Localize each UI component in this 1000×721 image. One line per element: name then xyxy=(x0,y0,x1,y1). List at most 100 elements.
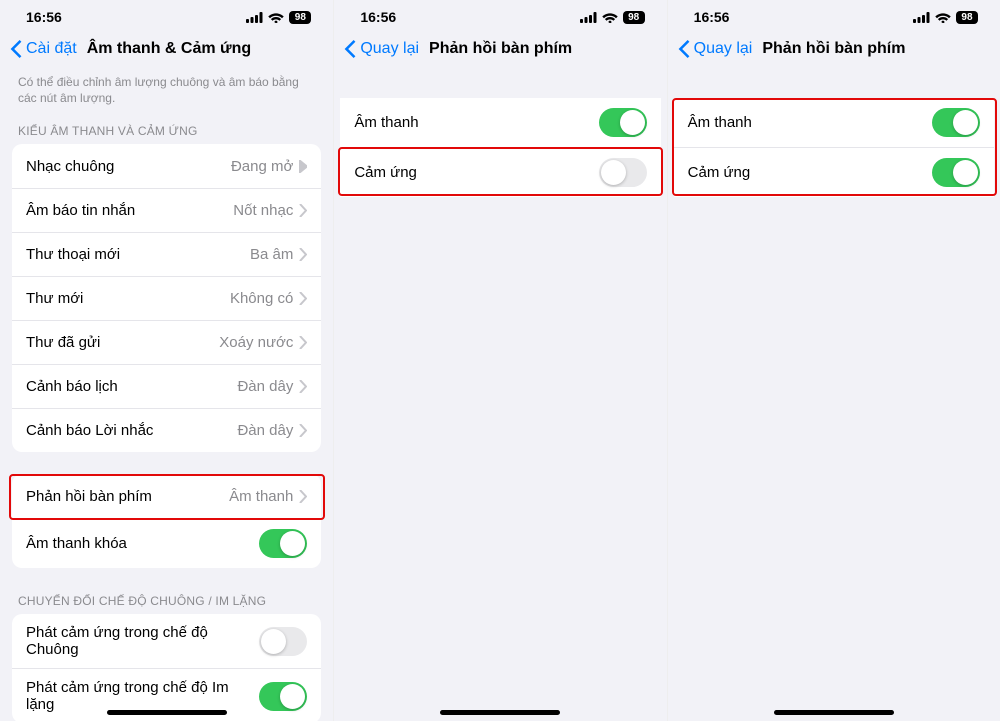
row-value: Ba âm xyxy=(250,246,293,263)
back-label: Cài đặt xyxy=(26,40,77,58)
home-indicator xyxy=(440,710,560,715)
signal-icon xyxy=(913,12,930,23)
settings-group-ring-silent: Phát cảm ứng trong chế độ Chuông Phát cả… xyxy=(12,614,321,721)
back-button[interactable]: Cài đặt xyxy=(10,40,77,58)
phone-screen-2: 16:56 98 Quay lại Phản hồi bàn phím Âm t… xyxy=(333,0,666,721)
settings-group-sounds: Nhạc chuông Đang mở Âm báo tin nhắn Nốt … xyxy=(12,144,321,452)
row-ringtone[interactable]: Nhạc chuông Đang mở xyxy=(12,144,321,188)
row-label: Cảnh báo Lời nhắc xyxy=(26,422,237,439)
chevron-right-icon xyxy=(299,248,307,261)
row-keyboard-feedback[interactable]: Phản hồi bàn phím Âm thanh xyxy=(12,474,321,518)
row-calendar-alerts[interactable]: Cảnh báo lịch Đàn dây xyxy=(12,364,321,408)
phone-screen-3: 16:56 98 Quay lại Phản hồi bàn phím Âm t… xyxy=(667,0,1000,721)
row-label: Nhạc chuông xyxy=(26,158,231,175)
settings-group-feedback: Âm thanh Cảm ứng xyxy=(340,98,660,197)
section-header-3: CHUYỂN ĐỔI CHẾ ĐỘ CHUÔNG / IM LẶNG xyxy=(0,590,333,614)
sound-toggle[interactable] xyxy=(599,108,647,137)
chevron-left-icon xyxy=(10,40,22,58)
back-button[interactable]: Quay lại xyxy=(678,40,753,58)
chevron-right-icon xyxy=(299,292,307,305)
row-label: Thư đã gửi xyxy=(26,334,219,351)
battery-icon: 98 xyxy=(289,11,311,24)
lock-sound-toggle[interactable] xyxy=(259,529,307,558)
row-value: Đàn dây xyxy=(237,422,293,439)
row-new-mail[interactable]: Thư mới Không có xyxy=(12,276,321,320)
settings-group-feedback: Âm thanh Cảm ứng xyxy=(674,98,994,197)
row-label: Thư mới xyxy=(26,290,230,307)
row-lock-sound[interactable]: Âm thanh khóa xyxy=(12,518,321,568)
home-indicator xyxy=(107,710,227,715)
content-area: Âm thanh Cảm ứng xyxy=(334,68,666,721)
nav-header: Quay lại Phản hồi bàn phím xyxy=(668,28,1000,68)
row-label: Âm thanh xyxy=(354,114,598,131)
row-label: Âm thanh xyxy=(688,114,932,131)
row-label: Phản hồi bàn phím xyxy=(26,488,229,505)
row-value: Xoáy nước xyxy=(219,334,293,351)
row-value: Đàn dây xyxy=(237,378,293,395)
phone-screen-1: 16:56 98 Cài đặt Âm thanh & Cảm ứng Có t… xyxy=(0,0,333,721)
status-bar: 16:56 98 xyxy=(0,6,333,28)
nav-header: Quay lại Phản hồi bàn phím xyxy=(334,28,666,68)
back-label: Quay lại xyxy=(360,40,419,58)
status-time: 16:56 xyxy=(26,9,62,25)
status-bar: 16:56 98 xyxy=(334,6,666,28)
haptic-toggle[interactable] xyxy=(599,158,647,187)
row-label: Cảm ứng xyxy=(688,164,932,181)
row-reminder-alerts[interactable]: Cảnh báo Lời nhắc Đàn dây xyxy=(12,408,321,452)
settings-group-keyboard: Phản hồi bàn phím Âm thanh Âm thanh khóa xyxy=(12,474,321,568)
chevron-right-icon xyxy=(299,424,307,437)
haptics-silent-toggle[interactable] xyxy=(259,682,307,711)
signal-icon xyxy=(246,12,263,23)
row-label: Thư thoại mới xyxy=(26,246,250,263)
home-indicator xyxy=(774,710,894,715)
wifi-icon xyxy=(935,11,951,23)
battery-icon: 98 xyxy=(623,11,645,24)
content-area: Có thể điều chỉnh âm lượng chuông và âm … xyxy=(0,68,333,721)
chevron-right-icon xyxy=(299,380,307,393)
row-label: Cảnh báo lịch xyxy=(26,378,237,395)
signal-icon xyxy=(580,12,597,23)
row-label: Phát cảm ứng trong chế độ Im lặng xyxy=(26,679,259,713)
sound-toggle[interactable] xyxy=(932,108,980,137)
row-text-tone[interactable]: Âm báo tin nhắn Nốt nhạc xyxy=(12,188,321,232)
row-haptic[interactable]: Cảm ứng xyxy=(674,147,994,197)
wifi-icon xyxy=(268,11,284,23)
row-sound[interactable]: Âm thanh xyxy=(674,98,994,147)
row-voicemail[interactable]: Thư thoại mới Ba âm xyxy=(12,232,321,276)
row-value: Đang mở xyxy=(231,158,293,175)
row-haptic[interactable]: Cảm ứng xyxy=(340,147,660,197)
battery-icon: 98 xyxy=(956,11,978,24)
haptic-toggle[interactable] xyxy=(932,158,980,187)
row-sent-mail[interactable]: Thư đã gửi Xoáy nước xyxy=(12,320,321,364)
chevron-right-icon xyxy=(299,204,307,217)
status-time: 16:56 xyxy=(694,9,730,25)
status-time: 16:56 xyxy=(360,9,396,25)
row-value: Nốt nhạc xyxy=(233,202,293,219)
nav-header: Cài đặt Âm thanh & Cảm ứng xyxy=(0,28,333,68)
row-label: Âm báo tin nhắn xyxy=(26,202,233,219)
chevron-left-icon xyxy=(344,40,356,58)
page-title: Phản hồi bàn phím xyxy=(762,40,905,58)
row-label: Âm thanh khóa xyxy=(26,535,259,552)
status-right: 98 xyxy=(580,11,645,24)
haptics-ring-toggle[interactable] xyxy=(259,627,307,656)
chevron-left-icon xyxy=(678,40,690,58)
row-haptics-ring[interactable]: Phát cảm ứng trong chế độ Chuông xyxy=(12,614,321,668)
row-value: Âm thanh xyxy=(229,488,293,505)
page-title: Phản hồi bàn phím xyxy=(429,40,572,58)
content-area: Âm thanh Cảm ứng xyxy=(668,68,1000,721)
status-right: 98 xyxy=(913,11,978,24)
row-label: Cảm ứng xyxy=(354,164,598,181)
status-bar: 16:56 98 xyxy=(668,6,1000,28)
row-value: Không có xyxy=(230,290,293,307)
chevron-right-icon xyxy=(299,490,307,503)
row-sound[interactable]: Âm thanh xyxy=(340,98,660,147)
hint-text: Có thể điều chỉnh âm lượng chuông và âm … xyxy=(0,68,333,120)
row-label: Phát cảm ứng trong chế độ Chuông xyxy=(26,624,259,658)
wifi-icon xyxy=(602,11,618,23)
back-label: Quay lại xyxy=(694,40,753,58)
section-header-1: KIỂU ÂM THANH VÀ CẢM ỨNG xyxy=(0,120,333,144)
chevron-right-icon xyxy=(299,336,307,349)
status-right: 98 xyxy=(246,11,311,24)
back-button[interactable]: Quay lại xyxy=(344,40,419,58)
